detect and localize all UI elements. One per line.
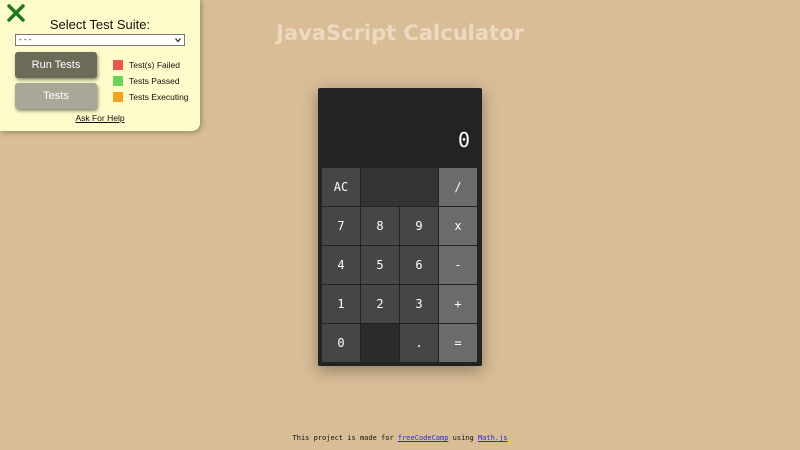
run-tests-button[interactable]: Run Tests xyxy=(15,52,97,78)
failed-swatch xyxy=(113,60,123,70)
nine-button[interactable]: 9 xyxy=(400,207,438,245)
clear-button[interactable]: AC xyxy=(322,168,360,206)
calculator-keypad: AC / 7 8 9 x 4 5 6 - 1 2 3 + 0 . = xyxy=(322,168,477,362)
page-title: JavaScript Calculator xyxy=(276,21,524,45)
calculator-display: 0 xyxy=(457,128,470,152)
mathjs-link[interactable]: Math.js xyxy=(478,434,508,442)
legend-label-executing: Tests Executing xyxy=(129,92,189,102)
eight-button[interactable]: 8 xyxy=(361,207,399,245)
tests-button[interactable]: Tests xyxy=(15,83,97,109)
multiply-button[interactable]: x xyxy=(439,207,477,245)
legend-item-passed: Tests Passed xyxy=(113,73,189,89)
legend-label-passed: Tests Passed xyxy=(129,76,180,86)
blank-key-area xyxy=(361,168,438,206)
footer: This project is made for freeCodeCamp us… xyxy=(0,434,800,442)
test-suite-panel: Select Test Suite: - - - Run Tests Tests… xyxy=(0,0,200,131)
freecodecamp-link[interactable]: freeCodeCamp xyxy=(398,434,449,442)
test-status-legend: Test(s) Failed Tests Passed Tests Execut… xyxy=(113,57,189,105)
zero-button[interactable]: 0 xyxy=(322,324,360,362)
ask-for-help-link[interactable]: Ask For Help xyxy=(0,113,200,123)
divide-button[interactable]: / xyxy=(439,168,477,206)
two-button[interactable]: 2 xyxy=(361,285,399,323)
footer-text-middle: using xyxy=(448,434,478,442)
seven-button[interactable]: 7 xyxy=(322,207,360,245)
executing-swatch xyxy=(113,92,123,102)
one-button[interactable]: 1 xyxy=(322,285,360,323)
passed-swatch xyxy=(113,76,123,86)
subtract-button[interactable]: - xyxy=(439,246,477,284)
calculator: 0 AC / 7 8 9 x 4 5 6 - 1 2 3 + 0 . = xyxy=(318,88,482,366)
four-button[interactable]: 4 xyxy=(322,246,360,284)
legend-item-executing: Tests Executing xyxy=(113,89,189,105)
six-button[interactable]: 6 xyxy=(400,246,438,284)
decimal-button[interactable]: . xyxy=(400,324,438,362)
three-button[interactable]: 3 xyxy=(400,285,438,323)
equals-button[interactable]: = xyxy=(439,324,477,362)
legend-label-failed: Test(s) Failed xyxy=(129,60,181,70)
blank-key xyxy=(361,324,399,362)
five-button[interactable]: 5 xyxy=(361,246,399,284)
legend-item-failed: Test(s) Failed xyxy=(113,57,189,73)
footer-text-prefix: This project is made for xyxy=(292,434,398,442)
add-button[interactable]: + xyxy=(439,285,477,323)
